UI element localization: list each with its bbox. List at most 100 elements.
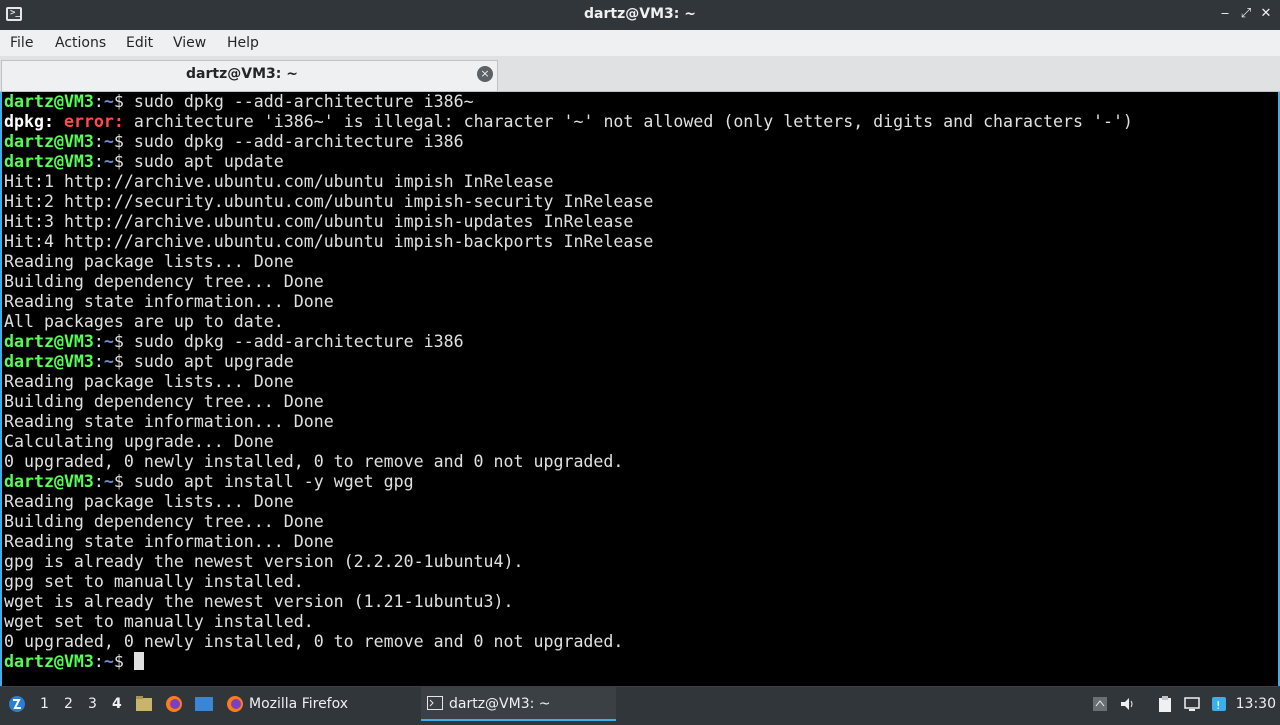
close-button[interactable]: ✕ <box>1256 4 1276 24</box>
output-text: Building dependency tree... Done <box>4 272 324 291</box>
output-line: Hit:1 http://archive.ubuntu.com/ubuntu i… <box>4 172 1133 192</box>
prompt-colon: : <box>93 652 104 671</box>
output-line: gpg set to manually installed. <box>4 572 1133 592</box>
terminal-icon <box>427 696 443 710</box>
updates-icon[interactable]: ! <box>1210 695 1228 713</box>
output-text: Reading state information... Done <box>4 292 334 311</box>
output-line: Hit:3 http://archive.ubuntu.com/ubuntu i… <box>4 212 1133 232</box>
output-line: Building dependency tree... Done <box>4 512 1133 532</box>
prompt-dollar: $ <box>113 152 134 171</box>
prompt-line: dartz@VM3:~$ sudo dpkg --add-architectur… <box>4 332 1133 352</box>
menu-actions[interactable]: Actions <box>55 33 106 53</box>
terminal-output[interactable]: dartz@VM3:~$ sudo dpkg --add-architectur… <box>0 92 1280 686</box>
tray-arrow-icon[interactable] <box>1091 695 1109 713</box>
command-text: sudo dpkg --add-architecture i386 <box>133 132 464 151</box>
maximize-button[interactable]: ⤢ <box>1236 4 1256 24</box>
desktop-2[interactable]: 2 <box>64 696 73 712</box>
prompt-colon: : <box>93 152 104 171</box>
command-text: sudo dpkg --add-architecture i386~ <box>133 92 474 111</box>
menu-edit[interactable]: Edit <box>126 33 153 53</box>
prompt-colon: : <box>93 472 104 491</box>
output-line: Reading package lists... Done <box>4 372 1133 392</box>
desktop-4[interactable]: 4 <box>112 696 122 712</box>
output-line: Reading package lists... Done <box>4 252 1133 272</box>
prompt-dollar: $ <box>113 332 134 351</box>
output-line: Calculating upgrade... Done <box>4 432 1133 452</box>
output-line: 0 upgraded, 0 newly installed, 0 to remo… <box>4 452 1133 472</box>
prompt-line: dartz@VM3:~$ sudo dpkg --add-architectur… <box>4 92 1133 112</box>
output-text: Calculating upgrade... Done <box>4 432 274 451</box>
output-text: Hit:4 http://archive.ubuntu.com/ubuntu i… <box>4 232 654 251</box>
task-firefox[interactable]: Mozilla Firefox <box>222 687 412 721</box>
terminal-tab[interactable]: dartz@VM3: ~ × <box>1 60 498 91</box>
output-line: 0 upgraded, 0 newly installed, 0 to remo… <box>4 632 1133 652</box>
command-text: sudo apt install -y wget gpg <box>133 472 414 491</box>
output-text: Reading package lists... Done <box>4 372 294 391</box>
menubar: File Actions Edit View Help <box>0 30 1280 56</box>
prompt-user: dartz@VM3 <box>4 352 94 371</box>
output-line: All packages are up to date. <box>4 312 1133 332</box>
app-launcher-icon[interactable] <box>6 687 28 721</box>
prompt-colon: : <box>93 92 104 111</box>
prompt-path: ~ <box>103 332 114 351</box>
error-label: error: <box>63 112 124 131</box>
volume-icon[interactable] <box>1119 695 1137 713</box>
prompt-line: dartz@VM3:~$ <box>4 652 1133 672</box>
text-cursor <box>133 652 144 670</box>
output-text: Building dependency tree... Done <box>4 392 324 411</box>
taskbar: 1 2 3 4 Mozilla Firefox dartz@VM3: ~ ! 1… <box>0 686 1280 721</box>
output-line: Reading state information... Done <box>4 412 1133 432</box>
menu-file[interactable]: File <box>10 33 33 53</box>
output-line: Reading state information... Done <box>4 532 1133 552</box>
minimize-button[interactable]: ‒ <box>1215 4 1235 24</box>
prompt-dollar: $ <box>113 132 134 151</box>
svg-text:!: ! <box>1216 699 1220 712</box>
output-text: Hit:2 http://security.ubuntu.com/ubuntu … <box>4 192 654 211</box>
prompt-user: dartz@VM3 <box>4 92 94 111</box>
menu-help[interactable]: Help <box>227 33 259 53</box>
prompt-line: dartz@VM3:~$ sudo apt install -y wget gp… <box>4 472 1133 492</box>
prompt-line: dartz@VM3:~$ sudo apt upgrade <box>4 352 1133 372</box>
desktop-3[interactable]: 3 <box>88 696 97 712</box>
prompt-user: dartz@VM3 <box>4 652 94 671</box>
terminal-lines: dartz@VM3:~$ sudo dpkg --add-architectur… <box>4 92 1133 672</box>
output-text: Reading state information... Done <box>4 412 334 431</box>
prompt-path: ~ <box>103 472 114 491</box>
window-titlebar: >_ dartz@VM3: ~ ‒ ⤢ ✕ <box>0 0 1280 30</box>
desktop-1[interactable]: 1 <box>40 696 49 712</box>
prompt-user: dartz@VM3 <box>4 332 94 351</box>
prompt-colon: : <box>93 132 104 151</box>
network-icon[interactable] <box>1183 695 1201 713</box>
error-message: architecture 'i386~' is illegal: charact… <box>123 112 1133 131</box>
output-line: wget set to manually installed. <box>4 612 1133 632</box>
output-text: Reading state information... Done <box>4 532 334 551</box>
task-label: Mozilla Firefox <box>249 696 349 712</box>
error-line: dpkg: error: architecture 'i386~' is ill… <box>4 112 1133 132</box>
command-text: sudo dpkg --add-architecture i386 <box>133 332 464 351</box>
file-manager-icon[interactable] <box>134 687 154 721</box>
output-line: wget is already the newest version (1.21… <box>4 592 1133 612</box>
firefox-icon <box>227 696 243 712</box>
firefox-launcher-icon[interactable] <box>163 687 185 721</box>
show-desktop-icon[interactable] <box>193 687 215 721</box>
output-text: gpg is already the newest version (2.2.2… <box>4 552 524 571</box>
prompt-colon: : <box>93 332 104 351</box>
window-title: dartz@VM3: ~ <box>584 6 696 22</box>
output-text: gpg set to manually installed. <box>4 572 304 591</box>
prompt-dollar: $ <box>113 652 134 671</box>
output-text: Hit:1 http://archive.ubuntu.com/ubuntu i… <box>4 172 554 191</box>
tab-close-icon[interactable]: × <box>477 66 493 82</box>
menu-view[interactable]: View <box>173 33 206 53</box>
output-text: wget is already the newest version (1.21… <box>4 592 514 611</box>
prompt-path: ~ <box>103 352 114 371</box>
command-text: sudo apt upgrade <box>133 352 294 371</box>
task-terminal[interactable]: dartz@VM3: ~ <box>421 687 616 721</box>
output-text: Reading package lists... Done <box>4 492 294 511</box>
output-line: Reading package lists... Done <box>4 492 1133 512</box>
prompt-colon: : <box>93 352 104 371</box>
prompt-dollar: $ <box>113 92 134 111</box>
prompt-line: dartz@VM3:~$ sudo dpkg --add-architectur… <box>4 132 1133 152</box>
output-line: gpg is already the newest version (2.2.2… <box>4 552 1133 572</box>
output-line: Hit:2 http://security.ubuntu.com/ubuntu … <box>4 192 1133 212</box>
clipboard-icon[interactable] <box>1156 695 1174 713</box>
